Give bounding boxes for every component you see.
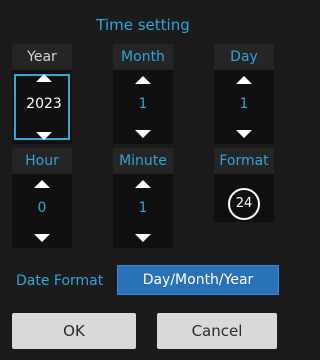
year-increment-arrow-icon[interactable] [36, 74, 52, 82]
day-label: Day [214, 44, 274, 70]
day-increment-arrow-icon[interactable] [236, 76, 252, 84]
day-spin-box[interactable]: 1 [214, 70, 274, 144]
month-label: Month [113, 44, 173, 70]
minute-spin-box[interactable]: 1 [113, 174, 173, 248]
year-spin-box[interactable]: 2023 [14, 74, 70, 140]
year-decrement-arrow-icon[interactable] [36, 132, 52, 140]
minute-value[interactable]: 1 [113, 200, 173, 216]
ok-button[interactable]: OK [12, 313, 136, 349]
dialog-title: Time setting [96, 16, 190, 34]
date-format-button[interactable]: Day/Month/Year [117, 265, 279, 295]
hour-value[interactable]: 0 [12, 200, 72, 216]
cancel-button[interactable]: Cancel [157, 313, 277, 349]
day-spinner: Day 1 [214, 44, 274, 144]
month-decrement-arrow-icon[interactable] [135, 130, 151, 138]
format-label: Format [214, 148, 274, 174]
hour-label: Hour [12, 148, 72, 174]
hour-spin-box[interactable]: 0 [12, 174, 72, 248]
format-selector[interactable]: Format 24 [214, 148, 274, 222]
month-spinner: Month 1 [113, 44, 173, 144]
hour-decrement-arrow-icon[interactable] [34, 234, 50, 242]
minute-spinner: Minute 1 [113, 148, 173, 248]
day-decrement-arrow-icon[interactable] [236, 130, 252, 138]
year-label: Year [12, 44, 72, 70]
minute-increment-arrow-icon[interactable] [135, 180, 151, 188]
minute-label: Minute [113, 148, 173, 174]
time-setting-dialog: Time setting Year 2023 Month 1 Day 1 Hou… [4, 4, 282, 356]
month-value[interactable]: 1 [113, 96, 173, 112]
year-value[interactable]: 2023 [14, 96, 74, 112]
24-hour-clock-icon[interactable]: 24 [228, 188, 260, 220]
month-increment-arrow-icon[interactable] [135, 76, 151, 84]
minute-decrement-arrow-icon[interactable] [135, 234, 151, 242]
day-value[interactable]: 1 [214, 96, 274, 112]
month-spin-box[interactable]: 1 [113, 70, 173, 144]
hour-spinner: Hour 0 [12, 148, 72, 248]
hour-increment-arrow-icon[interactable] [34, 180, 50, 188]
date-format-label: Date Format [16, 273, 104, 289]
year-spinner: Year 2023 [12, 44, 72, 144]
